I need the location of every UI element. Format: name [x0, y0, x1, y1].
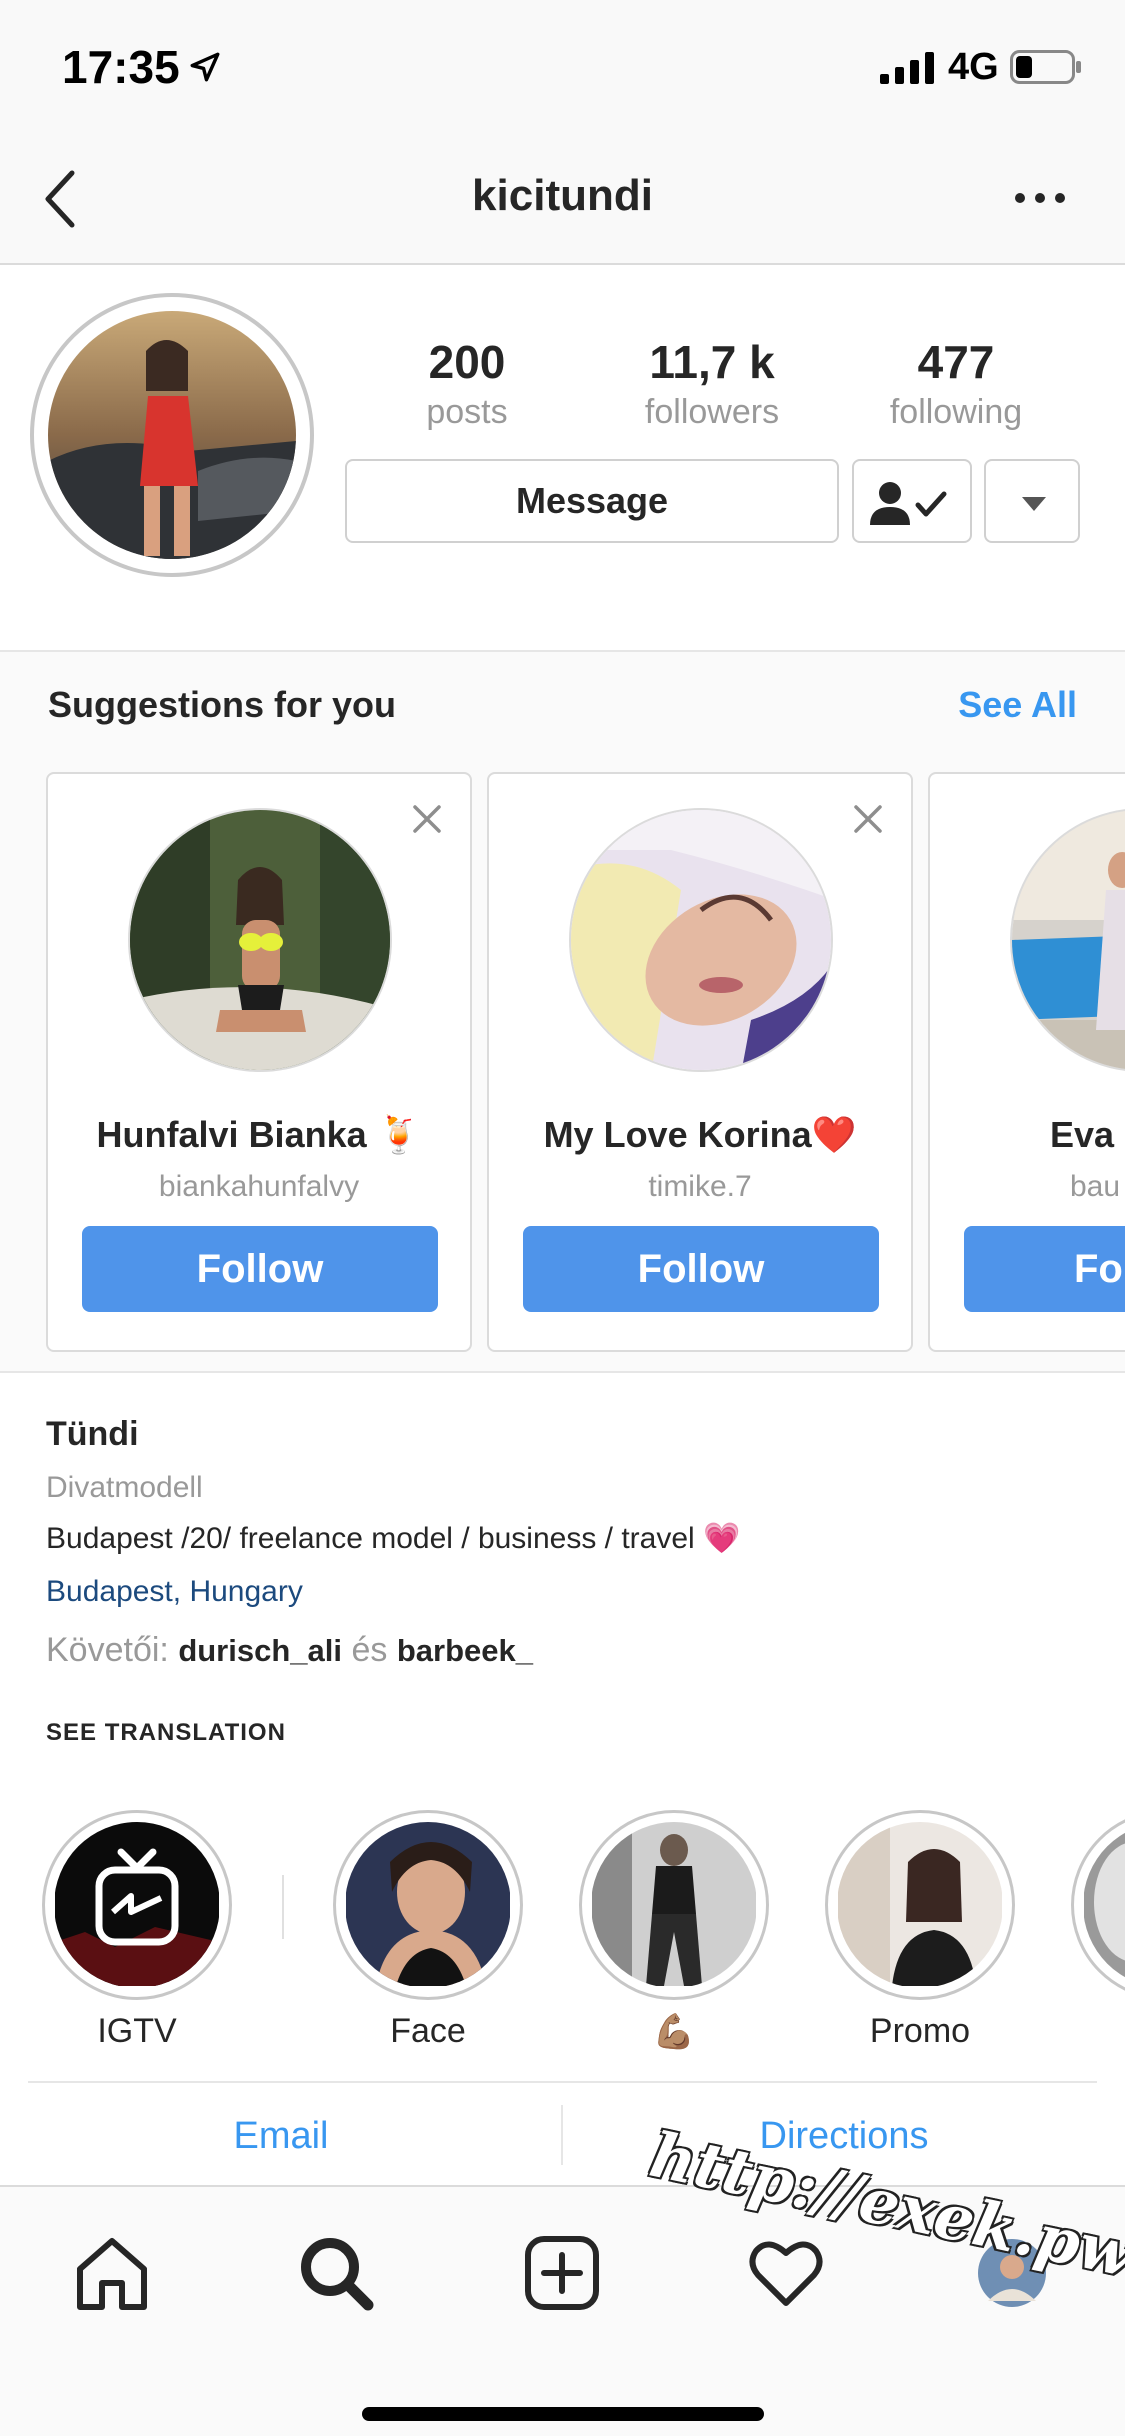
see-translation-link[interactable]: SEE TRANSLATION [46, 1719, 286, 1747]
caret-down-icon [1022, 497, 1046, 511]
highlight-label: 💪🏽 [652, 2013, 696, 2051]
bio-category: Divatmodell [46, 1471, 203, 1504]
suggestion-username: bau [1070, 1170, 1121, 1203]
close-icon[interactable] [412, 804, 442, 834]
highlight-fitness[interactable]: 💪🏽 [579, 1810, 769, 2052]
suggestion-avatar[interactable] [128, 808, 392, 1072]
highlight-separator [282, 1875, 284, 1939]
search-icon [301, 2238, 374, 2311]
suggestions-panel: Suggestions for you See All Hunfalvi Bia… [0, 650, 1125, 1373]
profile-photo [48, 311, 296, 559]
suggestions-title: Suggestions for you [48, 684, 397, 725]
status-bar: 17:35 4G [0, 0, 1125, 135]
nav-bar: kicitundi [0, 135, 1125, 265]
suggestion-name: Eva [1050, 1114, 1115, 1155]
highlight-ring [579, 1810, 769, 2000]
bio-text: Budapest /20/ freelance model / business… [46, 1522, 741, 1555]
status-time: 17:35 [62, 41, 180, 93]
location-arrow-icon [190, 52, 220, 82]
followed-by-joiner: és [351, 1631, 388, 1669]
followers-label: followers [644, 393, 780, 431]
person-check-icon [870, 482, 947, 525]
highlight-ring [333, 1810, 523, 2000]
see-all-link[interactable]: See All [958, 684, 1077, 726]
highlight-cover [591, 1822, 757, 1988]
more-options-icon[interactable] [1010, 183, 1070, 213]
network-type: 4G [948, 46, 999, 88]
highlight-ring [42, 1810, 232, 2000]
add-post-icon [525, 2236, 599, 2310]
follow-button[interactable]: Fo [964, 1226, 1125, 1312]
highlight-label: IGTV [97, 2012, 177, 2050]
posts-count: 200 [428, 336, 506, 388]
followers-stat[interactable]: 11,7 k followers [632, 335, 792, 432]
suggestions-toggle-button[interactable] [984, 459, 1080, 543]
close-icon[interactable] [853, 804, 883, 834]
directions-button[interactable]: Directions [563, 2115, 1125, 2158]
suggestion-card[interactable]: Eva bau Fo [928, 772, 1125, 1352]
suggestion-name: Hunfalvi Bianka 🍹 [96, 1114, 422, 1155]
following-stat[interactable]: 477 following [876, 335, 1036, 432]
highlight-cover [1083, 1822, 1125, 1988]
suggestion-name: My Love Korina❤️ [543, 1114, 857, 1155]
highlight-partial[interactable] [1071, 1810, 1125, 2000]
message-button[interactable]: Message [345, 459, 839, 543]
highlight-ring [1071, 1810, 1125, 2000]
section-divider [28, 2081, 1097, 2083]
followed-by-user[interactable]: barbeek_ [397, 1633, 533, 1668]
highlight-promo[interactable]: Promo [825, 1810, 1015, 2051]
following-label: following [889, 393, 1023, 431]
panel-pointer [1010, 650, 1054, 652]
suggestion-card[interactable]: Hunfalvi Bianka 🍹 biankahunfalvy Follow [46, 772, 472, 1352]
followed-by-prefix: Követői: [46, 1631, 169, 1669]
email-button[interactable]: Email [0, 2115, 562, 2158]
suggestion-username: biankahunfalvy [158, 1170, 360, 1203]
posts-stat[interactable]: 200 posts [402, 335, 532, 432]
suggestion-card[interactable]: My Love Korina❤️ timike.7 Follow [487, 772, 913, 1352]
following-status-button[interactable] [852, 459, 972, 543]
suggestion-username: timike.7 [648, 1170, 752, 1203]
contact-bar: Email Directions [0, 2085, 1125, 2185]
highlight-cover [345, 1822, 511, 1988]
profile-avatar[interactable] [30, 293, 314, 577]
profile-header: 200 posts 11,7 k followers 477 following… [0, 267, 1125, 650]
tab-search[interactable] [296, 2233, 376, 2313]
cellular-signal-icon [880, 52, 934, 84]
suggestion-avatar[interactable] [569, 808, 833, 1072]
tab-home[interactable] [72, 2233, 152, 2313]
highlight-label: Promo [869, 2012, 971, 2050]
follow-button[interactable]: Follow [523, 1226, 879, 1312]
home-indicator [362, 2407, 764, 2421]
profile-bio: Tündi Divatmodell Budapest /20/ freelanc… [0, 1375, 1125, 1805]
followed-by[interactable]: Követői: durisch_ali és barbeek_ [46, 1631, 533, 1670]
highlight-cover [54, 1822, 220, 1988]
highlight-face[interactable]: Face [333, 1810, 523, 2051]
following-count: 477 [917, 336, 995, 388]
highlight-ring [825, 1810, 1015, 2000]
story-highlights: IGTV Face 💪🏽 Promo [0, 1805, 1125, 2085]
followers-count: 11,7 k [649, 336, 775, 388]
bio-name: Tündi [46, 1415, 139, 1453]
tab-new-post[interactable] [522, 2233, 602, 2313]
home-icon [77, 2238, 147, 2310]
follow-button[interactable]: Follow [82, 1226, 438, 1312]
highlight-cover [837, 1822, 1003, 1988]
followed-by-user[interactable]: durisch_ali [178, 1633, 342, 1668]
battery-icon [1010, 50, 1081, 84]
profile-username-title: kicitundi [472, 171, 653, 220]
posts-label: posts [426, 393, 508, 431]
bio-location-link[interactable]: Budapest, Hungary [46, 1575, 303, 1609]
suggestion-avatar[interactable] [1010, 808, 1125, 1072]
highlight-igtv[interactable]: IGTV [42, 1810, 232, 2051]
highlight-label: Face [390, 2012, 466, 2050]
